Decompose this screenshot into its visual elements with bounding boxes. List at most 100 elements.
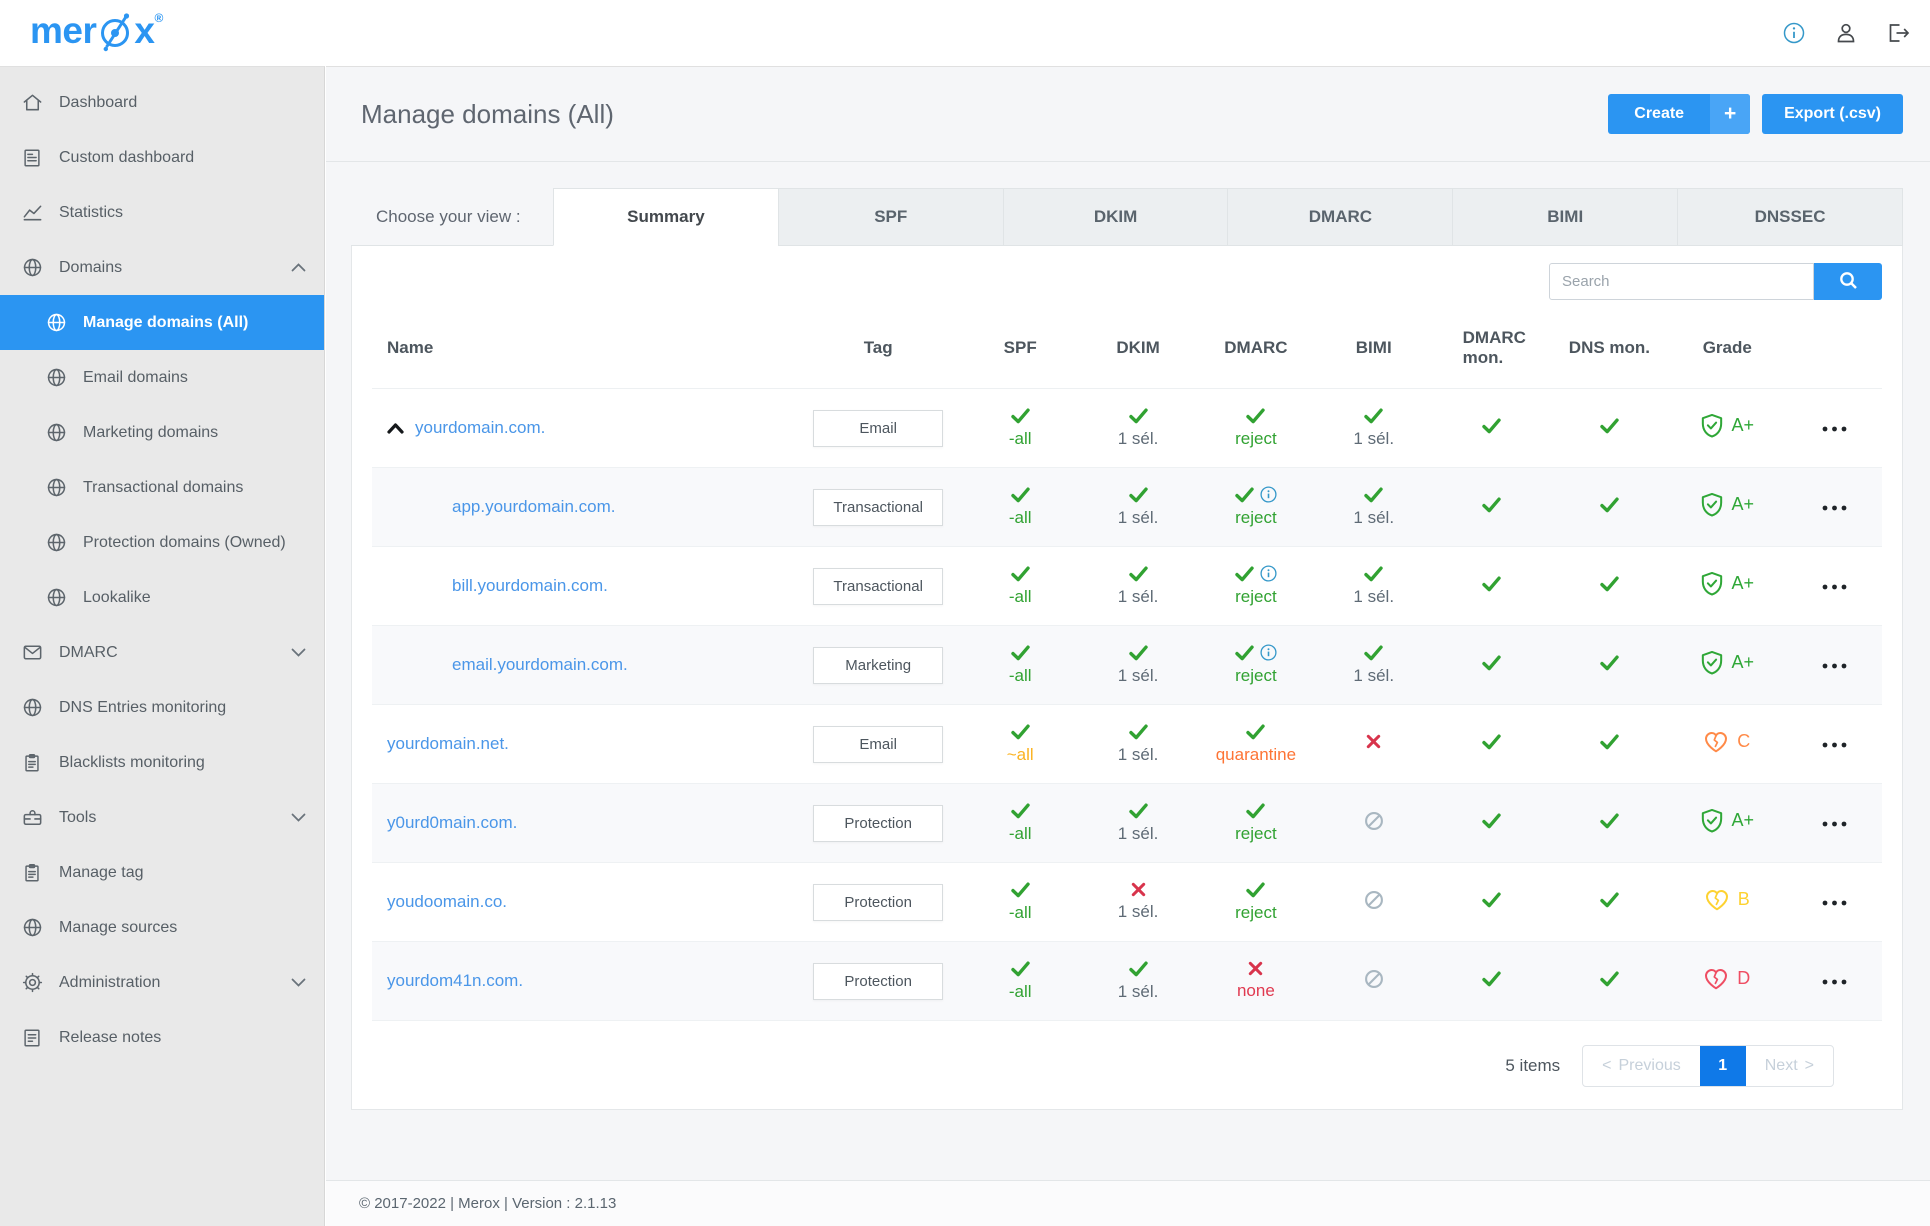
sidebar-item-manage-tag[interactable]: Manage tag	[0, 845, 324, 900]
check-icon	[1600, 971, 1619, 987]
ban-icon	[1364, 811, 1384, 831]
row-actions-button[interactable]	[1822, 900, 1847, 906]
logo-scope-o-icon	[97, 9, 133, 58]
check-icon	[1011, 724, 1030, 740]
table-row: yourdom41n.com. Protection -all 1 sél. none D	[372, 941, 1882, 1021]
sidebar-item-transactional-domains[interactable]: Transactional domains	[0, 460, 324, 515]
tab-summary[interactable]: Summary	[553, 188, 779, 246]
bimi-cell	[1315, 942, 1433, 1021]
mail-icon	[20, 641, 44, 664]
collapse-caret-icon[interactable]	[387, 423, 404, 434]
sidebar-item-administration[interactable]: Administration	[0, 955, 324, 1010]
search-input[interactable]	[1549, 263, 1814, 300]
dns-mon-cell	[1551, 942, 1669, 1021]
row-actions-button[interactable]	[1822, 821, 1847, 827]
create-button[interactable]: Create +	[1608, 94, 1751, 134]
spf-cell: -all	[961, 468, 1079, 547]
row-actions-button[interactable]	[1822, 979, 1847, 985]
info-icon[interactable]	[1260, 644, 1277, 661]
chevron-down-icon	[291, 978, 306, 987]
domain-link[interactable]: youdoomain.co.	[387, 892, 507, 911]
main-area: Manage domains (All) Create + Export (.c…	[326, 66, 1930, 1226]
row-actions-button[interactable]	[1822, 584, 1847, 590]
dmarc-value: reject	[1235, 666, 1277, 685]
sidebar-item-dns-entries-monitoring[interactable]: DNS Entries monitoring	[0, 680, 324, 735]
dmarc-cell: reject	[1197, 626, 1315, 705]
dmarc-mon-cell	[1433, 626, 1551, 705]
dns-mon-cell	[1551, 705, 1669, 784]
export-csv-button[interactable]: Export (.csv)	[1762, 94, 1903, 134]
pagination-previous[interactable]: < Previous	[1583, 1046, 1700, 1086]
bimi-cell: 1 sél.	[1315, 468, 1433, 547]
dkim-cell: 1 sél.	[1079, 863, 1197, 942]
info-icon[interactable]	[1260, 565, 1277, 582]
sidebar-item-statistics[interactable]: Statistics	[0, 185, 324, 240]
domain-link[interactable]: y0urd0main.com.	[387, 813, 517, 832]
sidebar-item-tools[interactable]: Tools	[0, 790, 324, 845]
notes-icon	[20, 1027, 44, 1049]
check-icon	[1235, 487, 1254, 503]
domain-link[interactable]: app.yourdomain.com.	[452, 497, 615, 516]
merox-logo[interactable]: mer x ®	[30, 9, 163, 58]
domain-link[interactable]: yourdom41n.com.	[387, 971, 523, 990]
domain-link[interactable]: yourdomain.com.	[415, 418, 545, 437]
column-header-dkim: DKIM	[1079, 312, 1197, 389]
row-actions-button[interactable]	[1822, 426, 1847, 432]
dkim-value: 1 sél.	[1117, 823, 1159, 843]
chevron-up-icon	[291, 263, 306, 272]
page-title: Manage domains (All)	[361, 98, 614, 129]
tab-bimi[interactable]: BIMI	[1452, 188, 1679, 246]
dmarc-value: reject	[1235, 508, 1277, 527]
tab-dnssec[interactable]: DNSSEC	[1677, 188, 1903, 246]
check-icon	[1010, 803, 1030, 819]
sidebar-item-custom-dashboard[interactable]: Custom dashboard	[0, 130, 324, 185]
chevron-right-icon: >	[1804, 1057, 1814, 1074]
dmarc-cell: reject	[1197, 389, 1315, 468]
sidebar-item-email-domains[interactable]: Email domains	[0, 350, 324, 405]
bimi-cell	[1315, 705, 1433, 784]
domain-link[interactable]: bill.yourdomain.com.	[452, 576, 608, 595]
sidebar-item-release-notes[interactable]: Release notes	[0, 1010, 324, 1065]
logout-icon[interactable]	[1886, 21, 1910, 45]
tab-spf[interactable]: SPF	[777, 188, 1004, 246]
pagination-page-1[interactable]: 1	[1699, 1046, 1746, 1086]
globe-icon	[44, 366, 68, 389]
domain-link[interactable]: email.yourdomain.com.	[452, 655, 628, 674]
name-cell: bill.yourdomain.com.	[372, 547, 795, 626]
name-cell: yourdomain.com.	[372, 389, 795, 468]
info-icon[interactable]	[1260, 486, 1277, 503]
shield-icon	[1701, 571, 1723, 596]
chevron-down-icon	[291, 813, 306, 822]
row-actions-button[interactable]	[1822, 505, 1847, 511]
column-header-name: Name	[372, 312, 796, 389]
top-header: mer x ®	[0, 0, 1930, 66]
sidebar-item-dmarc[interactable]: DMARC	[0, 625, 324, 680]
tab-dkim[interactable]: DKIM	[1002, 188, 1229, 246]
tab-dmarc[interactable]: DMARC	[1227, 188, 1454, 246]
sidebar-item-dashboard[interactable]: Dashboard	[0, 75, 324, 130]
globe-icon	[44, 586, 68, 609]
row-actions-button[interactable]	[1822, 742, 1847, 748]
dns-mon-cell	[1551, 784, 1669, 863]
sidebar-item-domains[interactable]: Domains	[0, 240, 324, 295]
user-icon[interactable]	[1834, 21, 1858, 45]
bimi-cell: 1 sél.	[1315, 389, 1433, 468]
sidebar-item-marketing-domains[interactable]: Marketing domains	[0, 405, 324, 460]
check-icon	[1600, 497, 1619, 513]
sidebar-item-manage-sources[interactable]: Manage sources	[0, 900, 324, 955]
sidebar-item-protection-domains-owned[interactable]: Protection domains (Owned)	[0, 515, 324, 570]
check-icon	[1235, 645, 1254, 661]
info-icon[interactable]	[1782, 21, 1806, 45]
pagination-next[interactable]: Next >	[1746, 1046, 1833, 1086]
domain-link[interactable]: yourdomain.net.	[387, 734, 509, 753]
row-actions-button[interactable]	[1822, 663, 1847, 669]
sidebar-item-lookalike[interactable]: Lookalike	[0, 570, 324, 625]
grade-letter: A+	[1731, 494, 1755, 514]
search-button[interactable]	[1814, 263, 1882, 300]
grade-cell: A+	[1668, 626, 1786, 705]
spf-cell: -all	[961, 626, 1079, 705]
sidebar-item-manage-domains-all[interactable]: Manage domains (All)	[0, 295, 324, 350]
check-icon	[1128, 408, 1148, 424]
sidebar-item-blacklists-monitoring[interactable]: Blacklists monitoring	[0, 735, 324, 790]
dmarc-value: reject	[1235, 587, 1277, 606]
